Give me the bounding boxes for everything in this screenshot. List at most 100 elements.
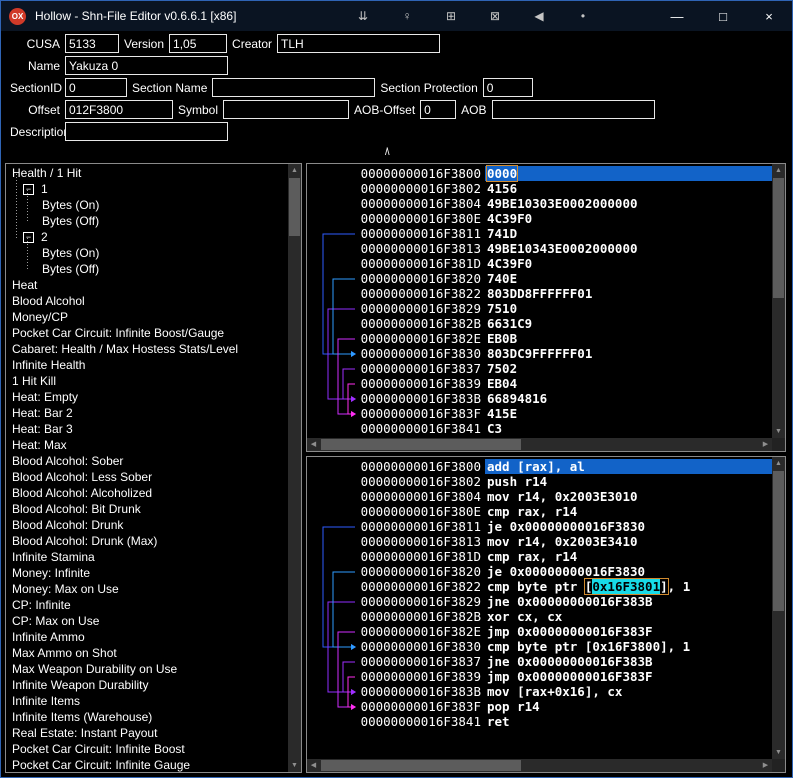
collapse-icon[interactable]: − (23, 232, 34, 243)
tree-item[interactable]: CP: Infinite (6, 597, 288, 613)
collapse-icon[interactable]: − (23, 184, 34, 195)
tree-item[interactable]: Money/CP (6, 309, 288, 325)
disasm-row[interactable]: 00000000016F3802push r14 (357, 474, 772, 489)
disasm-row[interactable]: 00000000016F3813mov r14, 0x2003E3410 (357, 534, 772, 549)
disasm-vertical-scrollbar[interactable]: ▲ ▼ (772, 457, 785, 759)
hex-row[interactable]: 00000000016F38000000 (357, 166, 772, 181)
scrollbar-thumb[interactable] (321, 760, 521, 771)
aob-field[interactable] (492, 100, 655, 119)
tree-item[interactable]: Pocket Car Circuit: Infinite Gauge (6, 757, 288, 772)
tree-child-item[interactable]: Bytes (Off) (6, 261, 288, 277)
scroll-right-icon[interactable]: ▶ (759, 759, 772, 772)
hex-row[interactable]: 00000000016F380449BE10303E0002000000 (357, 196, 772, 211)
section-name-field[interactable] (212, 78, 375, 97)
tree-vertical-scrollbar[interactable]: ▲ ▼ (288, 164, 301, 772)
disasm-row[interactable]: 00000000016F3811je 0x00000000016F3830 (357, 519, 772, 534)
hex-row[interactable]: 00000000016F38297510 (357, 301, 772, 316)
hex-row[interactable]: 00000000016F383F415E (357, 406, 772, 421)
disasm-row[interactable]: 00000000016F3841ret (357, 714, 772, 729)
tree-item[interactable]: Blood Alcohol: Drunk (6, 517, 288, 533)
tree-item[interactable]: Max Weapon Durability on Use (6, 661, 288, 677)
grid-close-icon[interactable]: ⊠ (488, 9, 502, 23)
disasm-row[interactable]: 00000000016F3800add [rax], al (357, 459, 772, 474)
symbol-field[interactable] (223, 100, 349, 119)
dot-icon[interactable]: • (576, 9, 590, 23)
disasm-row[interactable]: 00000000016F3839jmp 0x00000000016F383F (357, 669, 772, 684)
hex-row[interactable]: 00000000016F38377502 (357, 361, 772, 376)
disasm-row[interactable]: 00000000016F383Fpop r14 (357, 699, 772, 714)
hex-row[interactable]: 00000000016F381349BE10343E0002000000 (357, 241, 772, 256)
tree-item[interactable]: Pocket Car Circuit: Infinite Boost/Gauge (6, 325, 288, 341)
tree-item[interactable]: Pocket Car Circuit: Infinite Boost (6, 741, 288, 757)
tree-item[interactable]: Blood Alcohol: Less Sober (6, 469, 288, 485)
tree-item[interactable]: Heat: Bar 3 (6, 421, 288, 437)
disasm-row[interactable]: 00000000016F382Bxor cx, cx (357, 609, 772, 624)
hex-row[interactable]: 00000000016F380E4C39F0 (357, 211, 772, 226)
scroll-up-icon[interactable]: ▲ (772, 164, 785, 177)
tree-item[interactable]: Blood Alcohol: Drunk (Max) (6, 533, 288, 549)
disasm-row[interactable]: 00000000016F383Bmov [rax+0x16], cx (357, 684, 772, 699)
splitter-collapse-handle[interactable]: /\ (385, 147, 389, 158)
key-icon[interactable]: ♀ (400, 9, 414, 23)
version-field[interactable] (169, 34, 227, 53)
tree-item[interactable]: Max Ammo on Shot (6, 645, 288, 661)
section-protection-field[interactable] (483, 78, 533, 97)
hex-vertical-scrollbar[interactable]: ▲ ▼ (772, 164, 785, 438)
tree-item[interactable]: Money: Infinite (6, 565, 288, 581)
scroll-up-icon[interactable]: ▲ (772, 457, 785, 470)
cusa-field[interactable] (65, 34, 119, 53)
tree-item[interactable]: Blood Alcohol: Sober (6, 453, 288, 469)
tree-item[interactable]: Infinite Items (Warehouse) (6, 709, 288, 725)
minimize-button[interactable]: — (654, 1, 700, 31)
tree-root-item[interactable]: Health / 1 Hit (6, 165, 288, 181)
tree-item[interactable]: Blood Alcohol: Alcoholized (6, 485, 288, 501)
disasm-row[interactable]: 00000000016F3830cmp byte ptr [0x16F3800]… (357, 639, 772, 654)
operand-selection-box[interactable]: [0x16F3801] (585, 579, 668, 594)
aob-offset-field[interactable] (420, 100, 456, 119)
tree-item[interactable]: Blood Alcohol (6, 293, 288, 309)
tree-item[interactable]: Heat: Empty (6, 389, 288, 405)
tree-child-item[interactable]: Bytes (On) (6, 245, 288, 261)
disasm-row[interactable]: 00000000016F382Ejmp 0x00000000016F383F (357, 624, 772, 639)
tree-child-item[interactable]: Bytes (On) (6, 197, 288, 213)
close-button[interactable]: × (746, 1, 792, 31)
tree-group-row[interactable]: −1 (6, 181, 288, 197)
scroll-left-icon[interactable]: ◀ (307, 759, 320, 772)
scrollbar-thumb[interactable] (773, 178, 784, 298)
hex-row[interactable]: 00000000016F3811741D (357, 226, 772, 241)
tree-item[interactable]: Infinite Ammo (6, 629, 288, 645)
tree-child-item[interactable]: Bytes (Off) (6, 213, 288, 229)
arrows-down-icon[interactable]: ⇊ (356, 9, 370, 23)
disasm-row[interactable]: 00000000016F3822cmp byte ptr [0x16F3801]… (357, 579, 772, 594)
tree-item[interactable]: CP: Max on Use (6, 613, 288, 629)
hex-row[interactable]: 00000000016F382EEB0B (357, 331, 772, 346)
hex-row[interactable]: 00000000016F3820740E (357, 271, 772, 286)
tree-item[interactable]: Heat: Max (6, 437, 288, 453)
disasm-horizontal-scrollbar[interactable]: ◀ ▶ (307, 759, 772, 772)
speaker-icon[interactable]: ◀ (532, 9, 546, 23)
scrollbar-thumb[interactable] (289, 178, 300, 236)
tree-item[interactable]: Real Estate: Instant Payout (6, 725, 288, 741)
hex-row[interactable]: 00000000016F3839EB04 (357, 376, 772, 391)
hex-row[interactable]: 00000000016F38024156 (357, 181, 772, 196)
disasm-row[interactable]: 00000000016F3829jne 0x00000000016F383B (357, 594, 772, 609)
tree-item[interactable]: Heat: Bar 2 (6, 405, 288, 421)
hex-row[interactable]: 00000000016F382B6631C9 (357, 316, 772, 331)
description-field[interactable] (65, 122, 228, 141)
hex-row[interactable]: 00000000016F381D4C39F0 (357, 256, 772, 271)
tree-item[interactable]: Heat (6, 277, 288, 293)
tree-item[interactable]: Blood Alcohol: Bit Drunk (6, 501, 288, 517)
disasm-row[interactable]: 00000000016F380Ecmp rax, r14 (357, 504, 772, 519)
tree-item[interactable]: Money: Max on Use (6, 581, 288, 597)
offset-field[interactable] (65, 100, 173, 119)
tree-item[interactable]: Infinite Stamina (6, 549, 288, 565)
hex-row[interactable]: 00000000016F3841C3 (357, 421, 772, 436)
grid-window-icon[interactable]: ⊞ (444, 9, 458, 23)
tree-item[interactable]: Infinite Items (6, 693, 288, 709)
scrollbar-thumb[interactable] (321, 439, 521, 450)
tree-item[interactable]: Infinite Weapon Durability (6, 677, 288, 693)
hex-row[interactable]: 00000000016F383B66894816 (357, 391, 772, 406)
scroll-up-icon[interactable]: ▲ (288, 164, 301, 177)
scroll-down-icon[interactable]: ▼ (288, 759, 301, 772)
hex-row[interactable]: 00000000016F3822803DD8FFFFFF01 (357, 286, 772, 301)
